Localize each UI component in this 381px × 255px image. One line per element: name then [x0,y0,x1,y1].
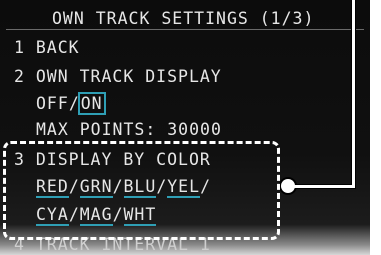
menu-item-back[interactable]: 1 BACK [14,38,80,58]
figure: OWN TRACK SETTINGS (1/3) 1 BACK 2 OWN TR… [0,0,381,255]
option-separator: / [68,94,80,113]
callout-leader-vertical [352,0,355,187]
option-off[interactable]: OFF [36,94,69,113]
callout-dashed-highlight [3,141,280,240]
menu-title: OWN TRACK SETTINGS (1/3) [52,9,315,28]
callout-leader-horizontal [290,185,355,188]
own-track-display-options: OFF/ON [36,92,106,115]
max-points-readout: MAX POINTS: 30000 [36,120,222,139]
menu-item-own-track-display[interactable]: 2 OWN TRACK DISPLAY [14,67,222,87]
menu-title-bar: OWN TRACK SETTINGS (1/3) [6,8,364,30]
option-on-selected[interactable]: ON [77,92,106,115]
callout-dot [281,179,295,193]
